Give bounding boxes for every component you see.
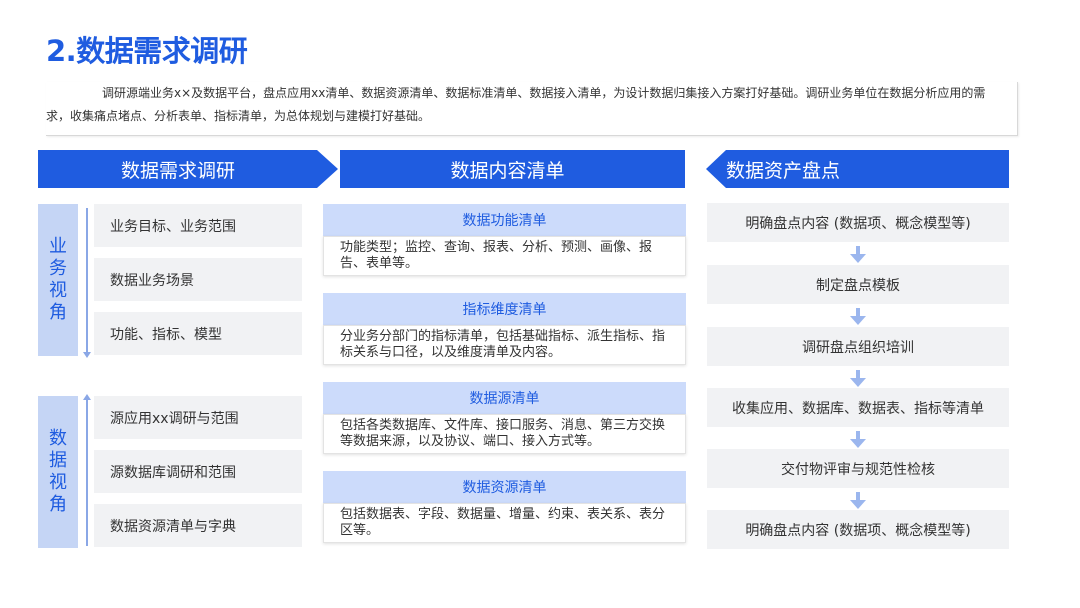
card-body: 包括各类数据库、文件库、接口服务、消息、第三方交换等数据来源，以及协议、端口、接… (323, 414, 686, 454)
banner-assets: 数据资产盘点 (706, 150, 1009, 188)
business-view-connector (86, 208, 88, 355)
data-view-connector (86, 398, 88, 546)
intro-box: 调研源端业务x×及数据平台，盘点应用xx清单、数据资源清单、数据标准清单、数据接… (46, 82, 1018, 136)
data-view-char: 数 (49, 428, 67, 449)
data-view-char: 视 (49, 472, 67, 493)
data-view-label: 数 据 视 角 (38, 396, 78, 548)
card-title: 数据资源清单 (323, 471, 686, 503)
arrow-down-icon (850, 246, 866, 264)
arrow-down-icon (850, 370, 866, 388)
card-body: 分业务分部门的指标清单，包括基础指标、派生指标、指标关系与口径，以及维度清单及内… (323, 325, 686, 365)
intro-text: 调研源端业务x×及数据平台，盘点应用xx清单、数据资源清单、数据标准清单、数据接… (46, 86, 986, 123)
card-title: 数据源清单 (323, 382, 686, 414)
card-body: 包括数据表、字段、数据量、增量、约束、表关系、表分区等。 (323, 503, 686, 543)
card-title: 数据功能清单 (323, 204, 686, 236)
data-item: 源数据库调研和范围 (94, 450, 302, 493)
page-title: 2.数据需求调研 (46, 34, 248, 68)
business-view-label: 业 务 视 角 (38, 204, 78, 356)
data-view-char: 据 (49, 450, 67, 471)
banner-content: 数据内容清单 (340, 150, 685, 188)
banner-research: 数据需求调研 (38, 150, 338, 188)
asset-step: 交付物评审与规范性检核 (707, 449, 1009, 488)
data-view-char: 角 (49, 494, 67, 515)
business-item: 数据业务场景 (94, 258, 302, 301)
arrow-down-icon (850, 308, 866, 326)
asset-step: 明确盘点内容 (数据项、概念模型等) (707, 510, 1009, 549)
arrow-down-icon (850, 492, 866, 510)
asset-step: 制定盘点模板 (707, 265, 1009, 304)
business-item: 业务目标、业务范围 (94, 204, 302, 247)
business-view-char: 务 (49, 258, 67, 279)
data-item: 数据资源清单与字典 (94, 504, 302, 547)
asset-step: 收集应用、数据库、数据表、指标等清单 (707, 388, 1009, 427)
asset-step: 明确盘点内容 (数据项、概念模型等) (707, 203, 1009, 242)
business-view-char: 业 (49, 236, 67, 257)
connector-arrow-up-icon (83, 394, 91, 400)
connector-arrow-down-icon (83, 352, 91, 358)
business-view-char: 角 (49, 302, 67, 323)
data-item: 源应用xx调研与范围 (94, 396, 302, 439)
arrow-down-icon (850, 431, 866, 449)
card-body: 功能类型；监控、查询、报表、分析、预测、画像、报告、表单等。 (323, 236, 686, 276)
card-title: 指标维度清单 (323, 293, 686, 325)
asset-step: 调研盘点组织培训 (707, 327, 1009, 366)
business-item: 功能、指标、模型 (94, 312, 302, 355)
business-view-char: 视 (49, 280, 67, 301)
